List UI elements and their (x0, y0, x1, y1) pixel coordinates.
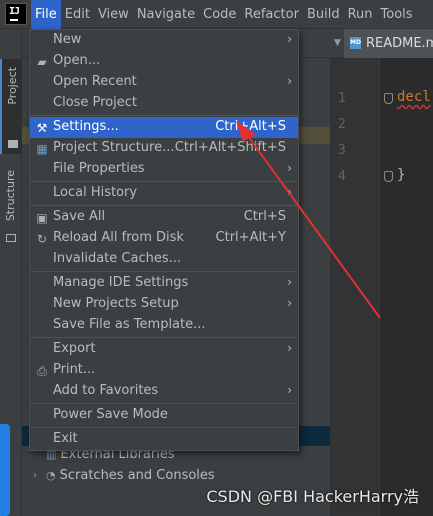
menu-separator (31, 271, 297, 272)
chevron-right-icon: › (287, 341, 292, 355)
markdown-file-icon: MD (350, 37, 361, 49)
menu-code[interactable]: Code (199, 0, 240, 29)
menu-item-new[interactable]: New › (30, 30, 298, 51)
save-icon: ▣ (36, 211, 48, 225)
menu-item-open-recent[interactable]: Open Recent › (30, 72, 298, 93)
strip-highlight (0, 424, 10, 516)
chevron-right-icon: › (287, 161, 292, 175)
menu-build[interactable]: Build (303, 0, 344, 29)
chevron-right-icon: › (287, 296, 292, 310)
menu-separator (31, 205, 297, 206)
fold-icon[interactable] (384, 93, 393, 104)
line-number: 3 (338, 143, 346, 158)
wrench-icon: ⚒ (36, 121, 48, 135)
menu-file[interactable]: File (31, 0, 61, 29)
menu-separator (31, 115, 297, 116)
chevron-right-icon: › (287, 275, 292, 289)
menu-navigate[interactable]: Navigate (133, 0, 199, 29)
chevron-right-icon: › (287, 32, 292, 46)
printer-icon: ⎙ (37, 364, 47, 378)
file-menu-dropdown: New › ▰ Open... Open Recent › Close Proj… (29, 29, 299, 451)
tool-tab-structure[interactable]: Structure (0, 164, 22, 244)
editor-tab-bar: ▼ MD README.md (330, 28, 433, 58)
editor-gutter: 1 2 3 4 (330, 58, 380, 516)
menu-tools[interactable]: Tools (377, 0, 417, 29)
intellij-logo-icon: IJ (5, 3, 27, 25)
menu-item-reload-all[interactable]: ↻ Reload All from Disk Ctrl+Alt+Y (30, 228, 298, 249)
code-line[interactable]: decl (397, 89, 431, 105)
folder-icon (8, 140, 18, 148)
tool-tab-project[interactable]: Project (0, 59, 22, 154)
menu-item-project-structure[interactable]: ▦ Project Structure... Ctrl+Alt+Shift+S (30, 138, 298, 159)
watermark: CSDN @FBI HackerHarry浩 (206, 487, 419, 506)
menu-separator (31, 181, 297, 182)
menu-item-settings[interactable]: ⚒ Settings... Ctrl+Alt+S (30, 117, 298, 138)
menu-view[interactable]: View (94, 0, 133, 29)
menu-item-exit[interactable]: Exit (30, 429, 298, 450)
menu-item-local-history[interactable]: Local History › (30, 183, 298, 204)
menu-separator (31, 403, 297, 404)
tree-item-label: Scratches and Consoles (59, 467, 215, 483)
chevron-right-icon[interactable]: › (28, 470, 42, 481)
menu-run[interactable]: Run (344, 0, 377, 29)
menu-item-export[interactable]: Export › (30, 339, 298, 360)
menu-item-print[interactable]: ⎙ Print... (30, 360, 298, 381)
code-line[interactable]: } (397, 167, 405, 183)
menu-item-save-all[interactable]: ▣ Save All Ctrl+S (30, 207, 298, 228)
menu-item-invalidate-caches[interactable]: Invalidate Caches... (30, 249, 298, 270)
scratches-icon: ◔ (46, 468, 56, 482)
menu-item-add-to-favorites[interactable]: Add to Favorites › (30, 381, 298, 402)
menu-item-close-project[interactable]: Close Project (30, 93, 298, 114)
chevron-right-icon: › (287, 383, 292, 397)
menu-item-open[interactable]: ▰ Open... (30, 51, 298, 72)
editor-tab-readme[interactable]: MD README.md (344, 28, 433, 58)
chevron-right-icon: › (287, 185, 292, 199)
menu-item-manage-ide-settings[interactable]: Manage IDE Settings › (30, 273, 298, 294)
menu-bar: IJ File Edit View Navigate Code Refactor… (0, 0, 433, 29)
folder-icon: ▰ (37, 55, 47, 69)
tree-item-scratches[interactable]: › ◔ Scratches and Consoles (22, 465, 330, 485)
menu-refactor[interactable]: Refactor (240, 0, 303, 29)
menu-item-power-save-mode[interactable]: Power Save Mode (30, 405, 298, 426)
menu-item-save-as-template[interactable]: Save File as Template... (30, 315, 298, 336)
menu-item-file-properties[interactable]: File Properties › (30, 159, 298, 180)
menu-edit[interactable]: Edit (61, 0, 94, 29)
chevron-down-icon[interactable]: ▼ (334, 38, 344, 48)
menu-item-new-projects-setup[interactable]: New Projects Setup › (30, 294, 298, 315)
menu-separator (31, 337, 297, 338)
chevron-right-icon: › (287, 74, 292, 88)
project-structure-icon: ▦ (36, 142, 48, 156)
line-number: 2 (338, 117, 346, 132)
line-number: 1 (338, 91, 346, 106)
line-number: 4 (338, 169, 346, 184)
reload-icon: ↻ (36, 232, 48, 246)
menu-separator (31, 427, 297, 428)
tool-window-strip: Project Structure (0, 29, 22, 516)
structure-icon (6, 234, 16, 242)
fold-icon[interactable] (384, 171, 393, 182)
